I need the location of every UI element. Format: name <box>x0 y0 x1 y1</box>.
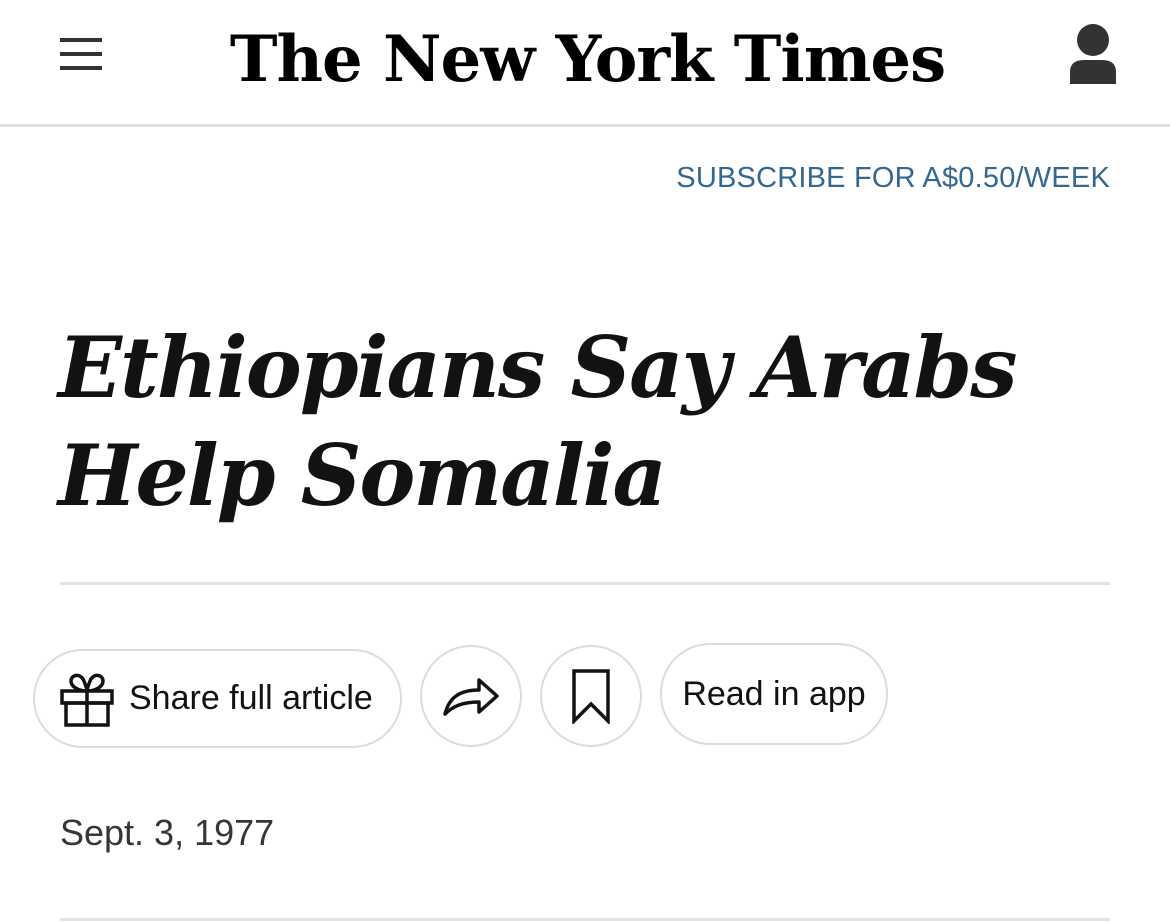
save-button[interactable] <box>540 645 642 747</box>
read-in-app-label: Read in app <box>682 674 866 713</box>
divider <box>60 582 1110 585</box>
account-button[interactable] <box>1066 22 1120 88</box>
site-logo[interactable]: The New York Times <box>230 14 946 104</box>
menu-button[interactable] <box>56 34 106 74</box>
share-arrow-icon <box>443 678 499 716</box>
bookmark-icon <box>572 669 610 724</box>
share-full-article-label: Share full article <box>129 679 373 717</box>
divider <box>60 918 1110 921</box>
read-in-app-button[interactable]: Read in app <box>660 643 888 745</box>
article-date: Sept. 3, 1977 <box>60 812 275 853</box>
user-account-icon <box>1070 24 1116 84</box>
share-full-article-button[interactable]: Share full article <box>33 649 402 748</box>
site-header: The New York Times <box>0 0 1170 127</box>
hamburger-menu-icon <box>60 38 102 70</box>
subscribe-link[interactable]: SUBSCRIBE FOR A$0.50/WEEK <box>676 162 1110 195</box>
share-button[interactable] <box>420 645 522 747</box>
gift-icon <box>60 673 114 727</box>
article-headline: Ethiopians Say Arabs Help Somalia <box>58 318 1018 525</box>
